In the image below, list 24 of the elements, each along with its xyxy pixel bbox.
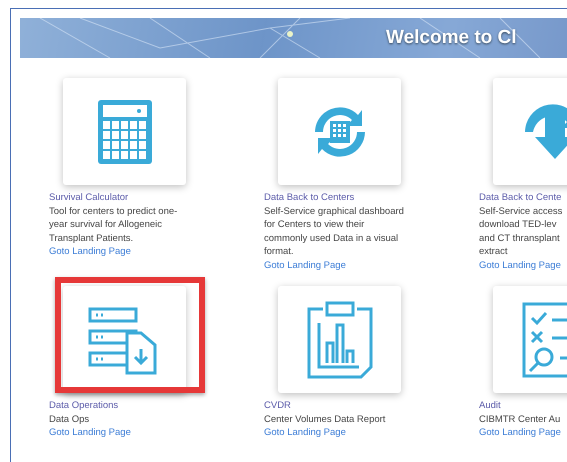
landing-page-link[interactable]: Goto Landing Page (479, 258, 567, 272)
tile-title[interactable]: Survival Calculator (49, 191, 264, 204)
welcome-title: Welcome to Cl (386, 27, 517, 49)
tile-description: Tool for centers to predict one- year survival for Allogeneic Transplant Patients. (49, 204, 178, 245)
tile-description: CIBMTR Center Au (479, 412, 562, 426)
clipboard-chart-icon (304, 298, 374, 380)
tile-title[interactable]: CVDR (264, 399, 479, 412)
tile-description: Self-Service graphical dashboard for Centers to view their commonly used Data in a visual format. (264, 204, 405, 258)
tile-title[interactable]: Data Operations (49, 399, 264, 412)
tile-title[interactable]: Audit (479, 399, 567, 412)
landing-page-link[interactable]: Goto Landing Page (479, 426, 567, 440)
tile-card[interactable] (63, 78, 186, 185)
tile-title[interactable]: Data Back to Centers (264, 191, 479, 204)
landing-page-link[interactable]: Goto Landing Page (264, 426, 479, 440)
landing-page-link[interactable]: Goto Landing Page (49, 245, 264, 258)
tile-card[interactable] (278, 286, 401, 393)
tile-card[interactable] (278, 78, 401, 185)
calculator-icon (96, 98, 152, 164)
landing-page-link[interactable]: Goto Landing Page (49, 426, 264, 440)
tile-description: Self-Service access download TED-lev and CT thransplant extract (479, 204, 564, 258)
tile-title[interactable]: Data Back to Cente (479, 191, 567, 204)
tile-description: Data Ops (49, 412, 90, 426)
tile-description: Center Volumes Data Report (264, 412, 386, 426)
landing-page-link[interactable]: Goto Landing Page (264, 258, 479, 272)
